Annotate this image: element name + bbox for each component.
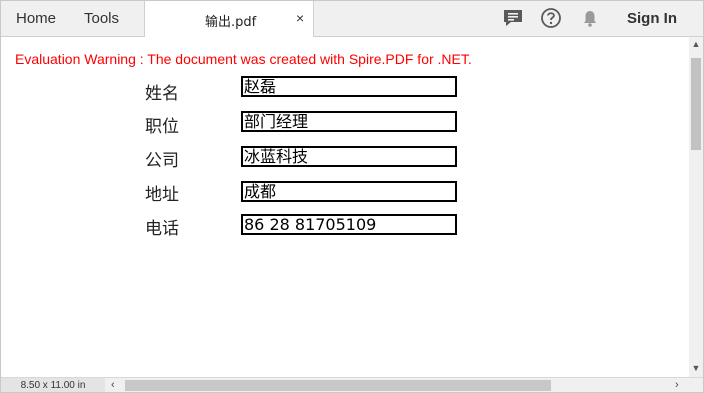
evaluation-warning: Evaluation Warning : The document was cr… <box>15 51 472 67</box>
close-icon[interactable]: × <box>296 10 304 26</box>
field-label-name: 姓名 <box>145 84 179 104</box>
field-label-address: 地址 <box>145 185 179 205</box>
page-size-indicator[interactable]: 8.50 x 11.00 in <box>1 378 105 392</box>
help-icon[interactable] <box>540 7 562 29</box>
scroll-right-arrow-icon[interactable]: › <box>675 379 679 392</box>
field-value-position[interactable]: 部门经理 <box>241 111 457 132</box>
home-tab[interactable]: Home <box>16 10 56 27</box>
document-tab[interactable]: 输出.pdf × <box>144 1 314 37</box>
field-value-name[interactable]: 赵磊 <box>241 76 457 97</box>
document-page: Evaluation Warning : The document was cr… <box>1 37 689 377</box>
field-label-position: 职位 <box>145 117 179 137</box>
scroll-up-arrow-icon[interactable]: ▲ <box>691 39 701 49</box>
app-window: Home Tools 输出.pdf × Sign In Evaluation W… <box>0 0 704 393</box>
vertical-scroll-thumb[interactable] <box>691 58 701 150</box>
tools-tab[interactable]: Tools <box>84 10 119 27</box>
field-label-phone: 电话 <box>145 219 179 239</box>
field-value-address[interactable]: 成都 <box>241 181 457 202</box>
field-value-company[interactable]: 冰蓝科技 <box>241 146 457 167</box>
document-tab-title: 输出.pdf <box>205 15 257 30</box>
scroll-down-arrow-icon[interactable]: ▼ <box>691 363 701 373</box>
horizontal-scroll-thumb[interactable] <box>125 380 551 391</box>
sign-in-button[interactable]: Sign In <box>627 10 677 27</box>
vertical-scrollbar[interactable]: ▲ ▼ <box>689 37 703 377</box>
toolbar: Home Tools 输出.pdf × Sign In <box>1 1 703 37</box>
field-label-company: 公司 <box>145 151 179 171</box>
chat-icon[interactable] <box>502 7 524 29</box>
bell-icon[interactable] <box>579 7 601 29</box>
scroll-left-arrow-icon[interactable]: ‹ <box>111 379 115 392</box>
field-value-phone[interactable]: 86 28 81705109 <box>241 214 457 235</box>
status-bar: 8.50 x 11.00 in ‹ › <box>1 377 703 392</box>
